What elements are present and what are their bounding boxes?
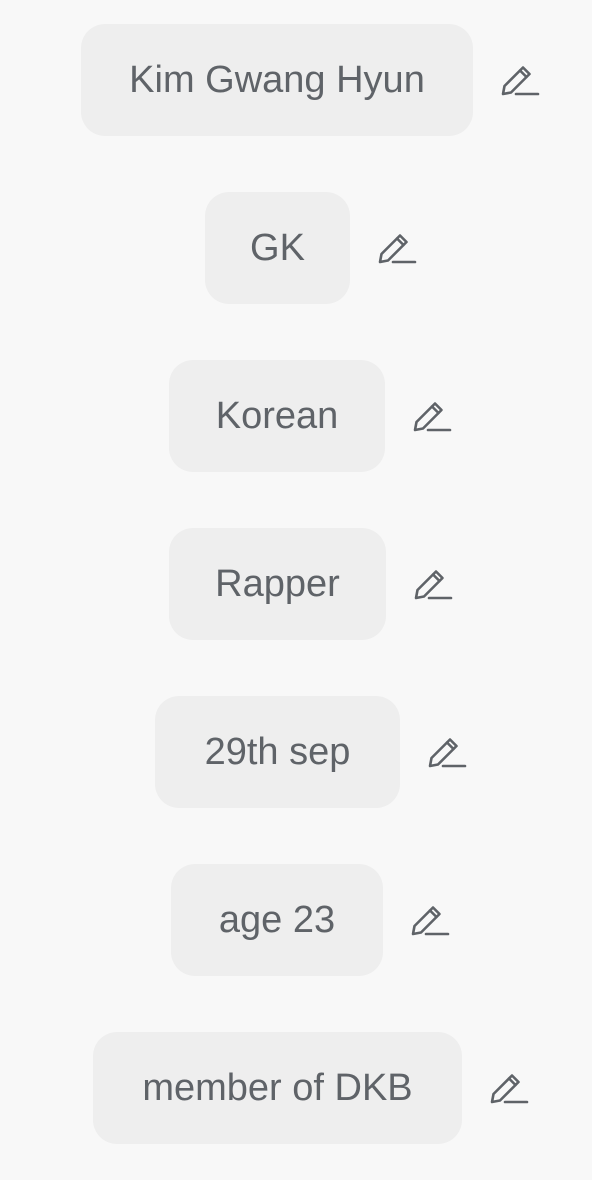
field-chip-birthday[interactable]: 29th sep [155,696,400,808]
field-chip-nickname[interactable]: GK [205,192,350,304]
field-value-age: age 23 [218,898,336,941]
field-chip-nationality[interactable]: Korean [169,360,385,472]
field-value-nickname: GK [250,226,305,269]
field-chip-name[interactable]: Kim Gwang Hyun [81,24,473,136]
field-value-group: member of DKB [142,1066,413,1109]
pencil-edit-icon[interactable] [499,59,541,101]
field-row-group: member of DKB [93,1032,531,1144]
pencil-edit-icon[interactable] [411,395,453,437]
field-value-name: Kim Gwang Hyun [129,58,425,101]
pencil-edit-icon[interactable] [426,731,468,773]
field-chip-group[interactable]: member of DKB [93,1032,462,1144]
field-value-nationality: Korean [215,394,339,437]
field-row-name: Kim Gwang Hyun [81,24,541,136]
field-row-occupation: Rapper [169,528,455,640]
field-value-occupation: Rapper [215,562,340,605]
pencil-edit-icon[interactable] [376,227,418,269]
pencil-edit-icon[interactable] [488,1067,530,1109]
field-row-birthday: 29th sep [155,696,469,808]
field-chip-age[interactable]: age 23 [171,864,383,976]
field-row-nationality: Korean [169,360,454,472]
field-value-birthday: 29th sep [204,730,351,773]
pencil-edit-icon[interactable] [412,563,454,605]
field-row-age: age 23 [171,864,453,976]
pencil-edit-icon[interactable] [409,899,451,941]
field-chip-occupation[interactable]: Rapper [169,528,386,640]
field-row-nickname: GK [205,192,420,304]
